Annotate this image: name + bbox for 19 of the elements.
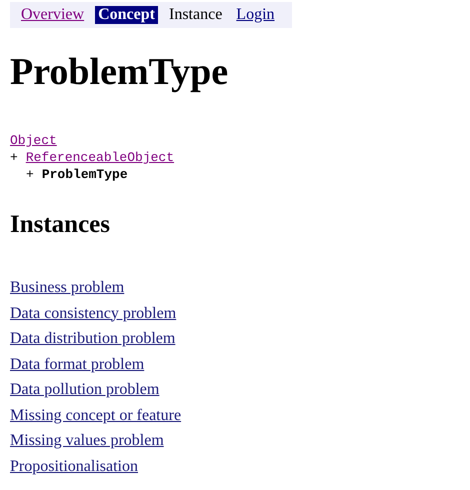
class-link[interactable]: ReferenceableObject	[26, 149, 174, 166]
current-class-label: ProblemType	[42, 166, 128, 183]
page-title: ProblemType	[10, 50, 230, 94]
nav-tab[interactable]: Instance	[166, 6, 226, 24]
section-heading: Instances	[10, 211, 112, 239]
plus-sign: +	[10, 149, 18, 166]
nav-link[interactable]: Login	[233, 6, 278, 24]
nav-tab[interactable]: Concept	[95, 6, 158, 24]
instance-link[interactable]: Data consistency problem	[10, 300, 176, 326]
class-link[interactable]: Object	[10, 132, 57, 149]
instance-link[interactable]: Business problem	[10, 275, 124, 300]
instance-link[interactable]: Propositionalisation	[10, 454, 138, 479]
instance-link[interactable]: Data pollution problem	[10, 377, 160, 402]
nav-link[interactable]: Overview	[18, 6, 88, 24]
instance-link[interactable]: Missing values problem	[10, 428, 164, 454]
instance-link[interactable]: Data format problem	[10, 352, 144, 377]
instance-link[interactable]: Data distribution problem	[10, 326, 176, 352]
plus-sign: +	[26, 166, 34, 183]
instance-link[interactable]: Missing concept or feature	[10, 402, 182, 428]
